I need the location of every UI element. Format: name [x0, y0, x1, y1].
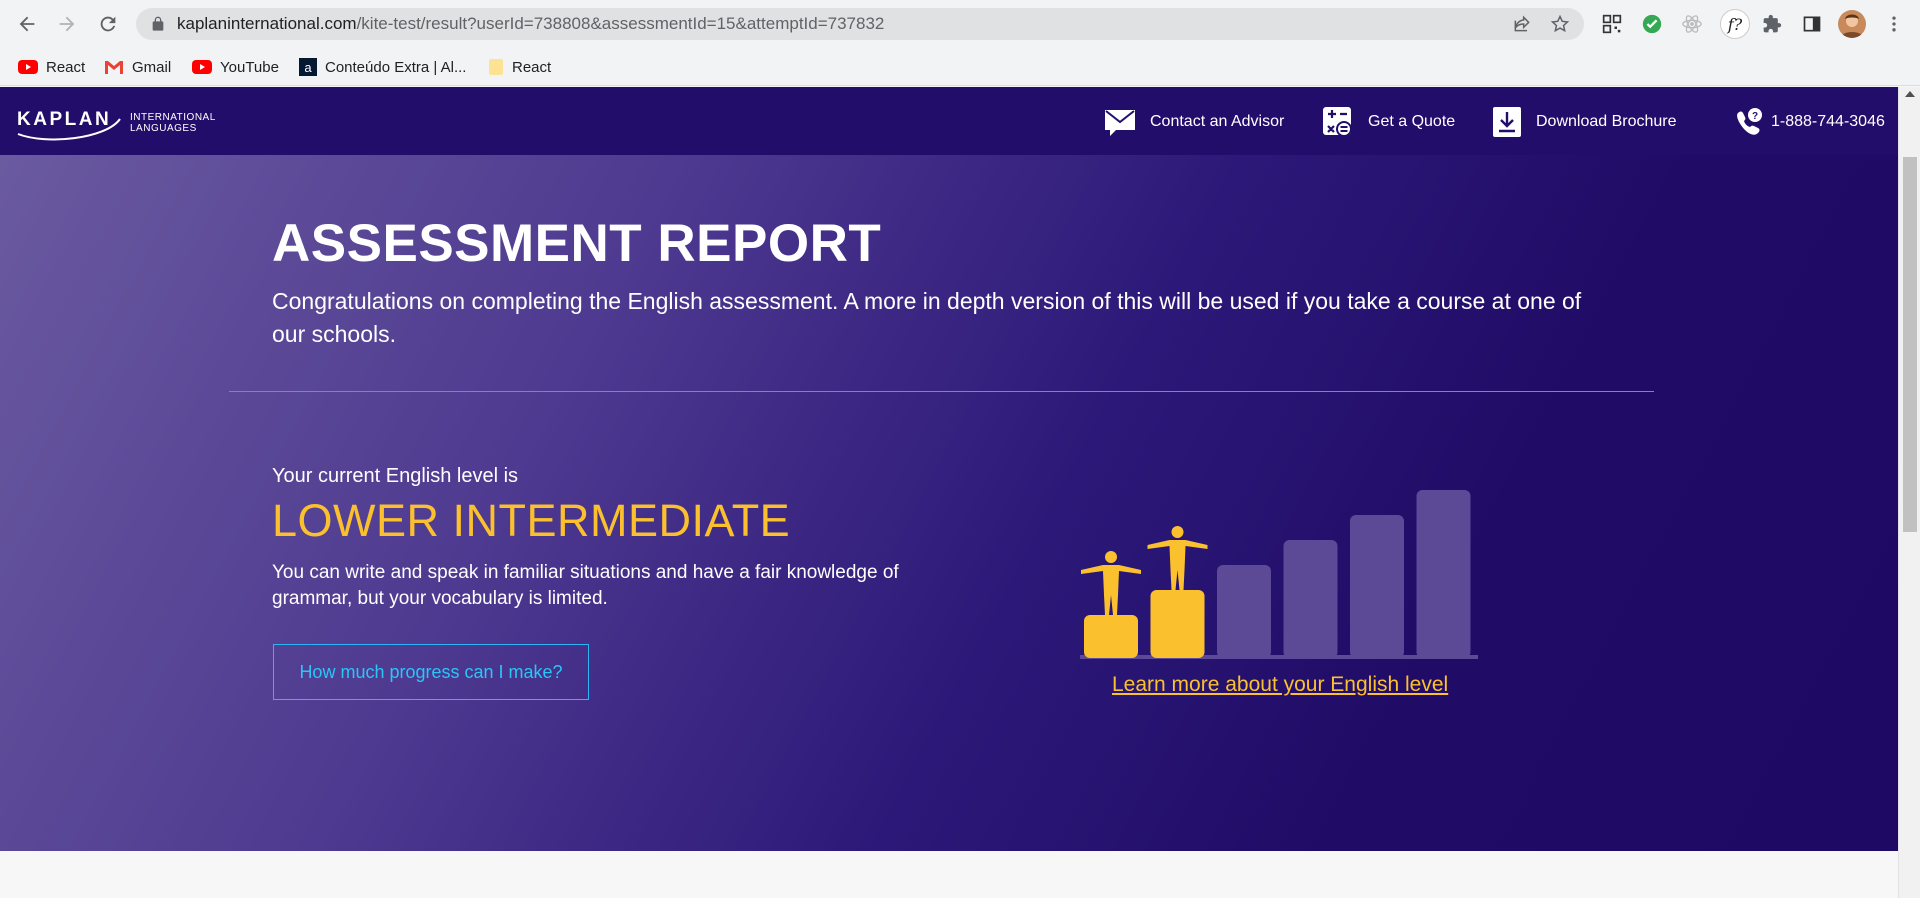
- contact-advisor-label: Contact an Advisor: [1150, 113, 1285, 130]
- url-domain: kaplaninternational.com: [177, 14, 357, 33]
- browser-toolbar: kaplaninternational.com/kite-test/result…: [0, 0, 1920, 48]
- contact-advisor-link[interactable]: Contact an Advisor: [1104, 105, 1284, 139]
- logo-line1: INTERNATIONAL: [130, 112, 216, 123]
- youtube-icon: [18, 60, 38, 74]
- level-bar-remaining: [1416, 490, 1471, 658]
- phone-help-icon: ?: [1737, 108, 1762, 135]
- forward-arrow-icon: [59, 16, 75, 32]
- bookmark-star-icon[interactable]: [1550, 14, 1570, 34]
- svg-text:a: a: [304, 60, 312, 75]
- extensions-puzzle-icon[interactable]: [1760, 12, 1784, 36]
- folder-icon: [489, 59, 503, 75]
- level-podium-chart: [1080, 490, 1478, 659]
- lock-icon: [152, 16, 164, 31]
- page-scrollbar[interactable]: [1898, 87, 1920, 898]
- gmail-icon: [105, 61, 123, 74]
- bookmark-label: YouTube: [220, 58, 279, 76]
- get-quote-link[interactable]: Get a Quote: [1322, 105, 1455, 139]
- phone-number: 1-888-744-3046: [1771, 113, 1885, 130]
- bookmark-label: Conteúdo Extra | Al...: [325, 58, 467, 76]
- calculator-icon: [1323, 107, 1352, 137]
- progress-button[interactable]: How much progress can I make?: [273, 644, 589, 700]
- person-figure-icon: [1147, 526, 1208, 590]
- assessment-report-hero: ASSESSMENT REPORT Congratulations on com…: [0, 155, 1898, 851]
- bookmark-label: React: [512, 58, 552, 76]
- bookmark-youtube[interactable]: YouTube: [192, 56, 279, 78]
- person-figure-icon: [1081, 551, 1141, 615]
- bookmarks-bar: React Gmail YouTube a Conteúdo Extra | A…: [0, 48, 1920, 86]
- bookmark-label: React: [46, 58, 86, 76]
- font-extension-icon[interactable]: f?: [1720, 9, 1750, 39]
- envelope-icon: [1105, 110, 1135, 136]
- learn-more-link[interactable]: Learn more about your English level: [1112, 673, 1448, 697]
- level-bar-achieved: [1150, 590, 1205, 658]
- site-header: KAPLAN INTERNATIONAL LANGUAGES Contact a…: [0, 87, 1898, 155]
- scrollbar-thumb[interactable]: [1903, 157, 1917, 532]
- english-level-name: LOWER INTERMEDIATE: [272, 495, 791, 546]
- level-bar-remaining: [1217, 565, 1271, 658]
- bookmark-label: Gmail: [132, 58, 172, 76]
- forward-button[interactable]: [53, 10, 81, 38]
- url-path: /kite-test/result?userId=738808&assessme…: [356, 14, 885, 33]
- browser-menu-icon[interactable]: [1882, 12, 1906, 36]
- scroll-up-arrow-icon[interactable]: [1905, 91, 1915, 97]
- page-title: ASSESSMENT REPORT: [272, 214, 882, 273]
- logo-word: KAPLAN: [17, 109, 111, 130]
- url-text: kaplaninternational.com/kite-test/result…: [177, 14, 884, 34]
- youtube-icon: [192, 60, 212, 74]
- download-brochure-label: Download Brochure: [1536, 113, 1677, 130]
- green-extension-icon[interactable]: [1640, 12, 1664, 36]
- reload-button[interactable]: [94, 10, 122, 38]
- back-button[interactable]: [13, 10, 41, 38]
- reload-icon: [100, 16, 116, 32]
- level-description: You can write and speak in familiar situ…: [272, 562, 899, 609]
- level-bar-remaining: [1350, 515, 1404, 658]
- bookmark-react[interactable]: React: [18, 56, 85, 78]
- react-devtools-icon[interactable]: [1680, 12, 1704, 36]
- alura-icon: a: [299, 58, 317, 76]
- get-quote-label: Get a Quote: [1368, 113, 1456, 130]
- side-panel-icon[interactable]: [1800, 12, 1824, 36]
- download-brochure-link[interactable]: Download Brochure: [1492, 105, 1677, 139]
- profile-avatar[interactable]: [1838, 10, 1866, 38]
- hero-intro-text: Congratulations on completing the Englis…: [272, 288, 1582, 347]
- logo-line2: LANGUAGES: [130, 123, 197, 134]
- share-icon[interactable]: [1512, 14, 1532, 34]
- back-arrow-icon: [19, 16, 35, 32]
- download-icon: [1493, 107, 1521, 137]
- qr-extension-icon[interactable]: [1600, 12, 1624, 36]
- section-divider: [229, 391, 1654, 392]
- level-bar-achieved: [1084, 615, 1138, 658]
- phone-link[interactable]: ? 1-888-744-3046: [1733, 105, 1885, 139]
- level-prefix-text: Your current English level is: [272, 465, 519, 487]
- svg-text:?: ?: [1752, 111, 1758, 122]
- address-bar[interactable]: kaplaninternational.com/kite-test/result…: [136, 8, 1584, 40]
- kaplan-logo[interactable]: KAPLAN INTERNATIONAL LANGUAGES: [16, 105, 226, 141]
- level-bar-remaining: [1283, 540, 1338, 658]
- bookmark-gmail[interactable]: Gmail: [104, 56, 171, 78]
- bookmark-react-folder[interactable]: React: [488, 56, 551, 78]
- bookmark-conteudo-extra[interactable]: a Conteúdo Extra | Al...: [299, 56, 466, 78]
